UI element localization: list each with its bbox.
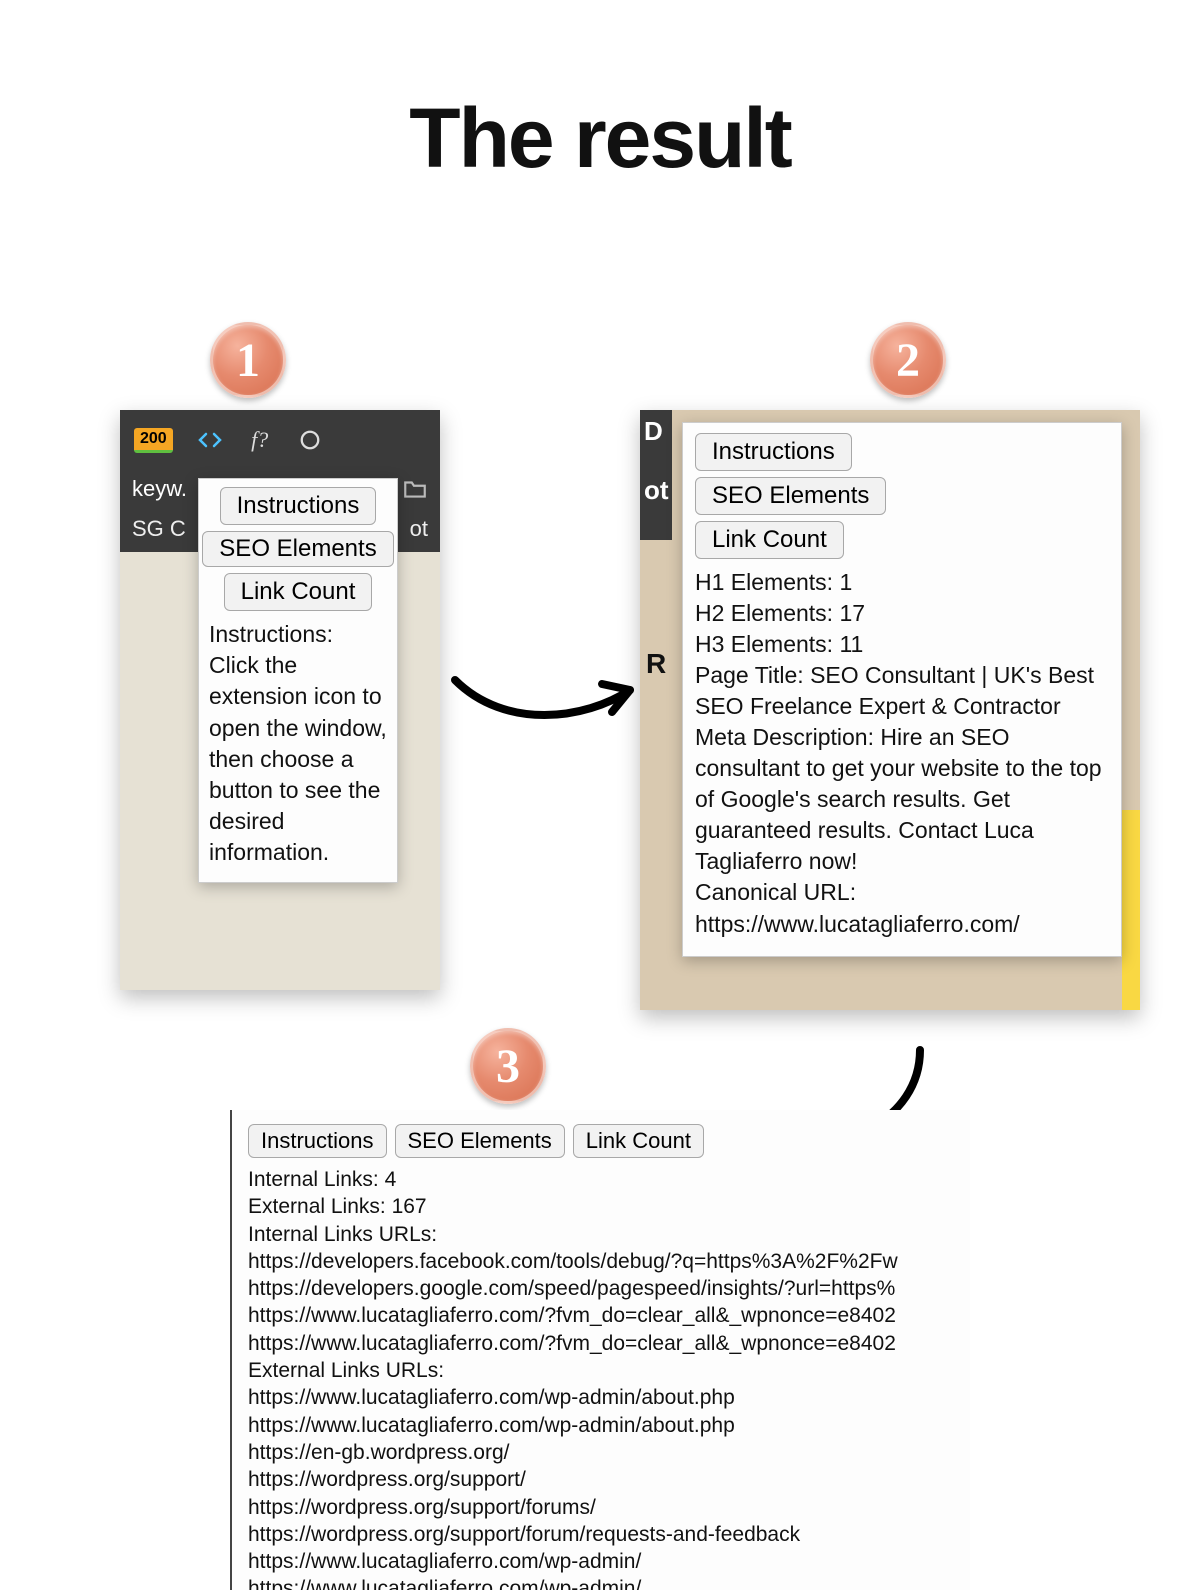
h3-count: H3 Elements: 11 <box>695 629 1109 660</box>
page-title: The result <box>0 90 1200 187</box>
seo-results-block: H1 Elements: 1 H2 Elements: 17 H3 Elemen… <box>695 567 1109 940</box>
link-url: https://www.lucatagliaferro.com/?fvm_do=… <box>248 1302 970 1329</box>
circle-icon <box>297 427 323 453</box>
link-url: https://www.lucatagliaferro.com/wp-admin… <box>248 1412 970 1439</box>
tab-text-left: SG C <box>132 516 186 542</box>
external-links-label: External Links URLs: <box>248 1357 970 1384</box>
bg-letter-d: D <box>644 416 672 447</box>
extension-popup-instructions: Instructions SEO Elements Link Count Ins… <box>198 478 398 883</box>
instructions-heading: Instructions: <box>209 621 333 647</box>
tab-text-right: ot <box>410 516 428 542</box>
step-badge-1: 1 <box>210 322 286 398</box>
function-icon: f? <box>247 427 273 453</box>
bg-letter-ot: ot <box>644 475 672 506</box>
bg-fragment-tan <box>640 540 672 1010</box>
extension-popup-seo: Instructions SEO Elements Link Count H1 … <box>682 422 1122 957</box>
canonical-url: https://www.lucatagliaferro.com/ <box>695 909 1109 940</box>
link-count-button[interactable]: Link Count <box>695 521 844 559</box>
step-badge-3: 3 <box>470 1028 546 1104</box>
link-url: https://www.lucatagliaferro.com/wp-admin… <box>248 1384 970 1411</box>
h2-count: H2 Elements: 17 <box>695 598 1109 629</box>
arrow-1-to-2 <box>445 650 645 750</box>
external-links-count: External Links: 167 <box>248 1193 970 1220</box>
step-badge-2: 2 <box>870 322 946 398</box>
screenshot-step-1: 200 f? keyw. SG C ot Instructions SEO El… <box>120 410 440 990</box>
browser-toolbar: 200 f? <box>120 410 440 470</box>
instructions-button[interactable]: Instructions <box>695 433 852 471</box>
link-url: https://en-gb.wordpress.org/ <box>248 1439 970 1466</box>
link-count-button[interactable]: Link Count <box>224 573 373 611</box>
screenshot-step-3: Instructions SEO Elements Link Count Int… <box>230 1110 970 1590</box>
code-icon <box>197 427 223 453</box>
bg-fragment-dark: D ot <box>640 410 672 540</box>
link-count-button[interactable]: Link Count <box>573 1124 704 1158</box>
page-title-value: Page Title: SEO Consultant | UK's Best S… <box>695 660 1109 722</box>
internal-links-list: https://developers.facebook.com/tools/de… <box>248 1248 970 1357</box>
screenshot-step-2: D ot R Instructions SEO Elements Link Co… <box>640 410 1140 1010</box>
internal-links-label: Internal Links URLs: <box>248 1221 970 1248</box>
folder-icon <box>402 476 428 502</box>
link-url: https://www.lucatagliaferro.com/?fvm_do=… <box>248 1330 970 1357</box>
http-status-badge: 200 <box>134 428 173 453</box>
bg-highlight-yellow <box>1122 810 1140 1010</box>
seo-elements-button[interactable]: SEO Elements <box>202 531 393 567</box>
meta-description-value: Meta Description: Hire an SEO consultant… <box>695 722 1109 877</box>
canonical-label: Canonical URL: <box>695 877 1109 908</box>
link-url: https://www.lucatagliaferro.com/wp-admin… <box>248 1575 970 1590</box>
address-text-fragment: keyw. <box>132 476 187 502</box>
instructions-button[interactable]: Instructions <box>248 1124 387 1158</box>
link-url: https://wordpress.org/support/forums/ <box>248 1494 970 1521</box>
instructions-button[interactable]: Instructions <box>220 487 377 525</box>
internal-links-count: Internal Links: 4 <box>248 1166 970 1193</box>
link-url: https://wordpress.org/support/forum/requ… <box>248 1521 970 1548</box>
seo-elements-button[interactable]: SEO Elements <box>695 477 886 515</box>
bg-letter-r: R <box>646 648 666 680</box>
external-links-list: https://www.lucatagliaferro.com/wp-admin… <box>248 1384 970 1590</box>
seo-elements-button[interactable]: SEO Elements <box>395 1124 565 1158</box>
link-url: https://www.lucatagliaferro.com/wp-admin… <box>248 1548 970 1575</box>
instructions-body: Click the extension icon to open the win… <box>209 652 387 864</box>
link-url: https://wordpress.org/support/ <box>248 1466 970 1493</box>
link-url: https://developers.facebook.com/tools/de… <box>248 1248 970 1275</box>
h1-count: H1 Elements: 1 <box>695 567 1109 598</box>
link-url: https://developers.google.com/speed/page… <box>248 1275 970 1302</box>
